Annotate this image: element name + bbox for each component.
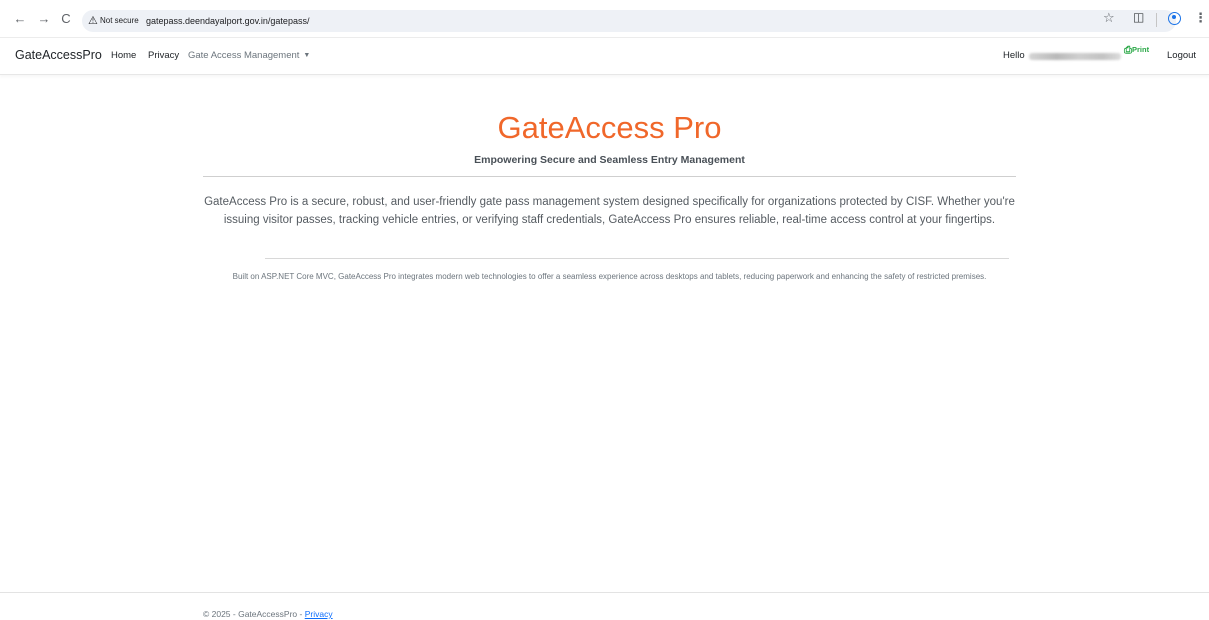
reload-icon[interactable]: C (58, 11, 74, 27)
caret-down-icon: ▼ (303, 52, 311, 59)
divider (265, 258, 1009, 259)
logout-link[interactable]: Logout (1167, 50, 1196, 62)
dropdown-label: Gate Access Management (188, 50, 300, 61)
security-indicator[interactable]: Not secure (100, 15, 139, 27)
page-title: GateAccess Pro (497, 110, 722, 145)
back-arrow-icon[interactable]: ← (12, 11, 28, 27)
page-subtitle: Empowering Secure and Seamless Entry Man… (474, 154, 745, 166)
detail-paragraph: Built on ASP.NET Core MVC, GateAccess Pr… (232, 272, 987, 281)
printer-icon: ⎙ (1124, 45, 1132, 56)
extensions-icon[interactable]: ◫ (1133, 10, 1144, 24)
footer-privacy-link[interactable]: Privacy (305, 609, 333, 619)
divider (203, 176, 1016, 177)
nav-gate-access-dropdown[interactable]: Gate Access Management ▼ (188, 49, 310, 63)
nav-privacy[interactable]: Privacy (148, 49, 179, 63)
user-email-redacted (1029, 53, 1121, 60)
nav-home[interactable]: Home (111, 49, 136, 63)
browser-toolbar: ← → C ⚠ Not secure gatepass.deendayalpor… (0, 0, 1209, 38)
print-label: Print (1132, 45, 1150, 54)
forward-arrow-icon[interactable]: → (36, 11, 52, 27)
profile-icon[interactable] (1168, 12, 1181, 25)
app-navbar: GateAccessPro Home Privacy Gate Access M… (0, 38, 1209, 75)
toolbar-divider (1156, 13, 1157, 27)
more-vert-icon[interactable]: ⋮ (1194, 10, 1207, 26)
brand-link[interactable]: GateAccessPro (15, 47, 102, 63)
footer-text: © 2025 - GateAccessPro - Privacy (203, 608, 333, 620)
print-button[interactable]: ⎙Print (1124, 45, 1149, 56)
footer: © 2025 - GateAccessPro - Privacy (0, 592, 1209, 620)
copyright-text: © 2025 - GateAccessPro - (203, 609, 303, 619)
bookmark-star-icon[interactable]: ☆ (1103, 10, 1115, 26)
url-text[interactable]: gatepass.deendayalport.gov.in/gatepass/ (146, 14, 309, 28)
lead-paragraph: GateAccess Pro is a secure, robust, and … (204, 196, 1015, 226)
greeting-text: Hello (1003, 50, 1025, 61)
warning-triangle-icon[interactable]: ⚠ (88, 14, 98, 28)
address-bar[interactable]: ⚠ Not secure gatepass.deendayalport.gov.… (82, 10, 1176, 32)
